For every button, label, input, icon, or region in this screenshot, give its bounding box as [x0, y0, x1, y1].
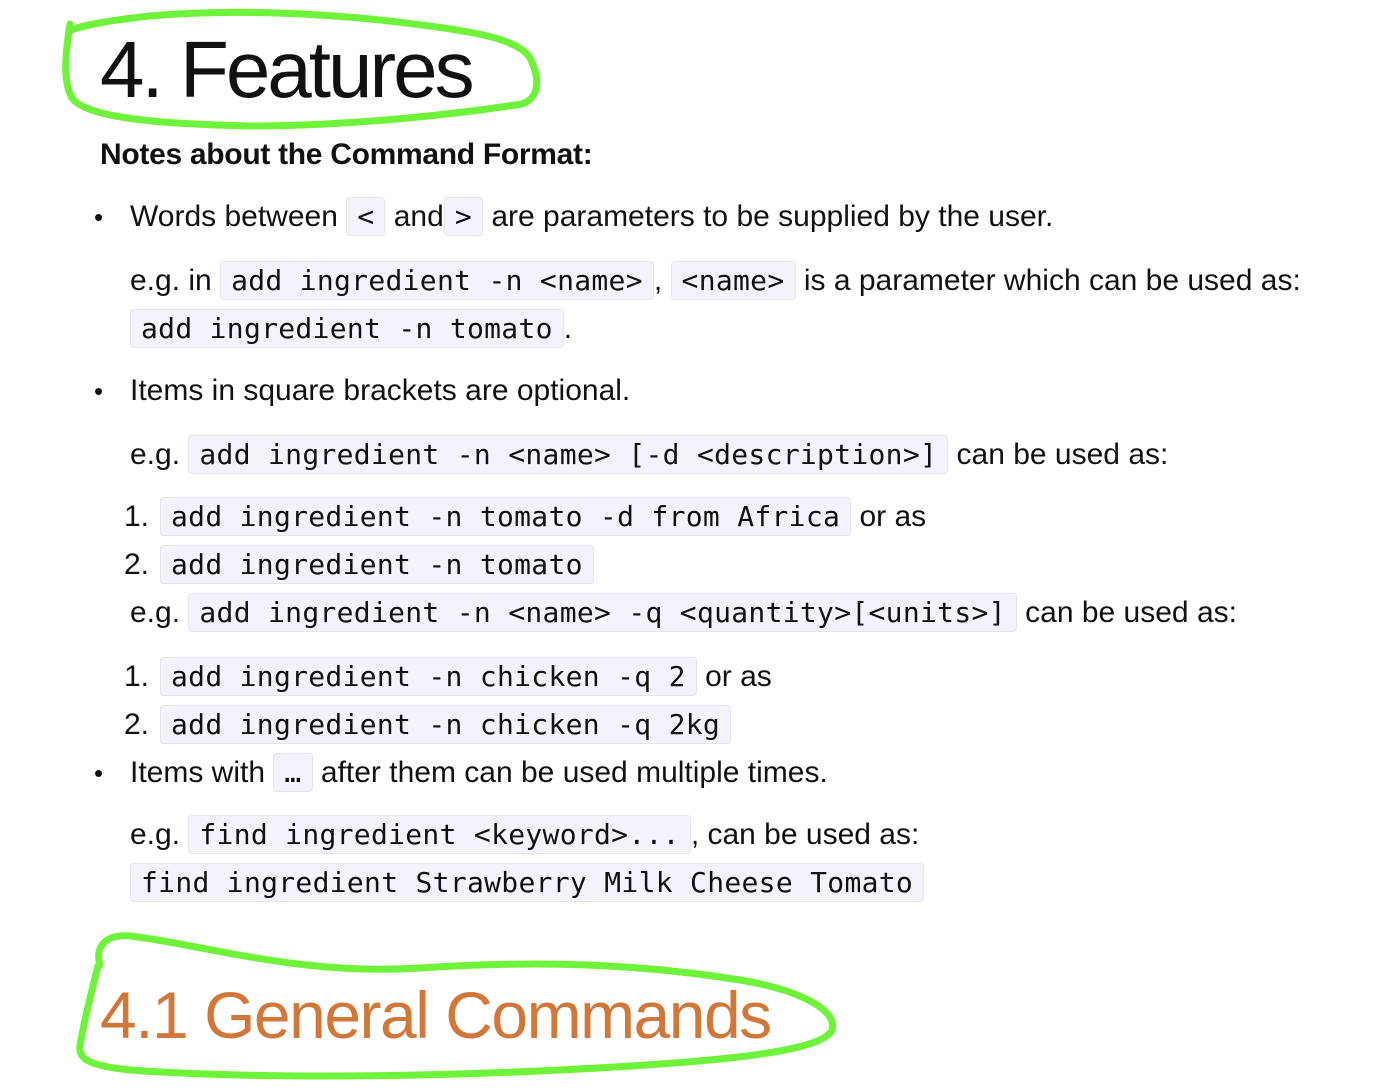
bullet-marker: •: [94, 376, 104, 406]
example-multiple-usage: find ingredient Strawberry Milk Cheese T…: [130, 863, 925, 902]
code-example: add ingredient -n tomato: [160, 545, 594, 584]
example-parameters-usage: add ingredient -n tomato.: [130, 309, 573, 348]
text: , can be used as:: [690, 818, 920, 851]
text: or as: [859, 500, 927, 533]
list-item: add ingredient -n tomato: [160, 545, 594, 584]
code-add-ingredient-description: add ingredient -n <name> [-d <descriptio…: [188, 435, 949, 474]
text: can be used as:: [1025, 596, 1237, 629]
text: and: [393, 200, 444, 233]
list-item: add ingredient -n chicken -q 2 or as: [160, 657, 772, 696]
separator: ,: [653, 264, 663, 297]
period: .: [563, 312, 573, 345]
section-subheading: 4.1 General Commands: [100, 978, 772, 1052]
notes-title: Notes about the Command Format:: [100, 138, 593, 171]
page-title: 4. Features: [100, 25, 475, 114]
code-example: add ingredient -n tomato -d from Africa: [160, 497, 852, 536]
text: or as: [705, 660, 772, 693]
bullet-marker: •: [94, 202, 104, 232]
example-prefix: e.g.: [130, 818, 181, 851]
code-add-ingredient-tomato: add ingredient -n tomato: [130, 309, 564, 348]
example-prefix: e.g.: [130, 596, 181, 629]
code-less-than: <: [346, 197, 386, 236]
list-number: 1.: [124, 500, 150, 533]
code-greater-than: >: [443, 197, 483, 236]
text: can be used as:: [956, 438, 1169, 471]
example-quantity: e.g. add ingredient -n <name> -q <quanti…: [130, 593, 1237, 632]
code-find-ingredient-keyword: find ingredient <keyword>...: [188, 815, 691, 854]
text: after them can be used multiple times.: [320, 756, 828, 789]
example-optional: e.g. add ingredient -n <name> [-d <descr…: [130, 435, 1169, 474]
list-item: add ingredient -n chicken -q 2kg: [160, 705, 732, 744]
text: Words between: [130, 200, 338, 233]
list-number: 1.: [124, 660, 150, 693]
code-ellipsis: …: [273, 753, 313, 792]
example-prefix: e.g.: [130, 438, 181, 471]
bullet-marker: •: [94, 758, 104, 788]
example-parameters: e.g. in add ingredient -n <name>, <name>…: [130, 261, 1301, 300]
example-multiple: e.g. find ingredient <keyword>..., can b…: [130, 815, 920, 854]
code-example: add ingredient -n chicken -q 2kg: [160, 705, 732, 744]
code-find-ingredient-list: find ingredient Strawberry Milk Cheese T…: [130, 863, 925, 902]
list-number: 2.: [124, 548, 150, 581]
code-name-param: <name>: [670, 261, 796, 300]
bullet-multiple: Items with … after them can be used mult…: [130, 753, 828, 792]
text: is a parameter which can be used as:: [803, 264, 1301, 297]
example-prefix: e.g. in: [130, 264, 212, 297]
text: Items with: [130, 756, 266, 789]
code-example: add ingredient -n chicken -q 2: [160, 657, 697, 696]
bullet-optional: Items in square brackets are optional.: [130, 374, 631, 407]
list-number: 2.: [124, 708, 150, 741]
list-item: add ingredient -n tomato -d from Africa …: [160, 497, 927, 536]
code-add-ingredient-quantity: add ingredient -n <name> -q <quantity>[<…: [188, 593, 1017, 632]
text: are parameters to be supplied by the use…: [491, 200, 1054, 233]
bullet-parameters: Words between < and > are parameters to b…: [130, 197, 1054, 236]
code-add-ingredient-name: add ingredient -n <name>: [220, 261, 654, 300]
